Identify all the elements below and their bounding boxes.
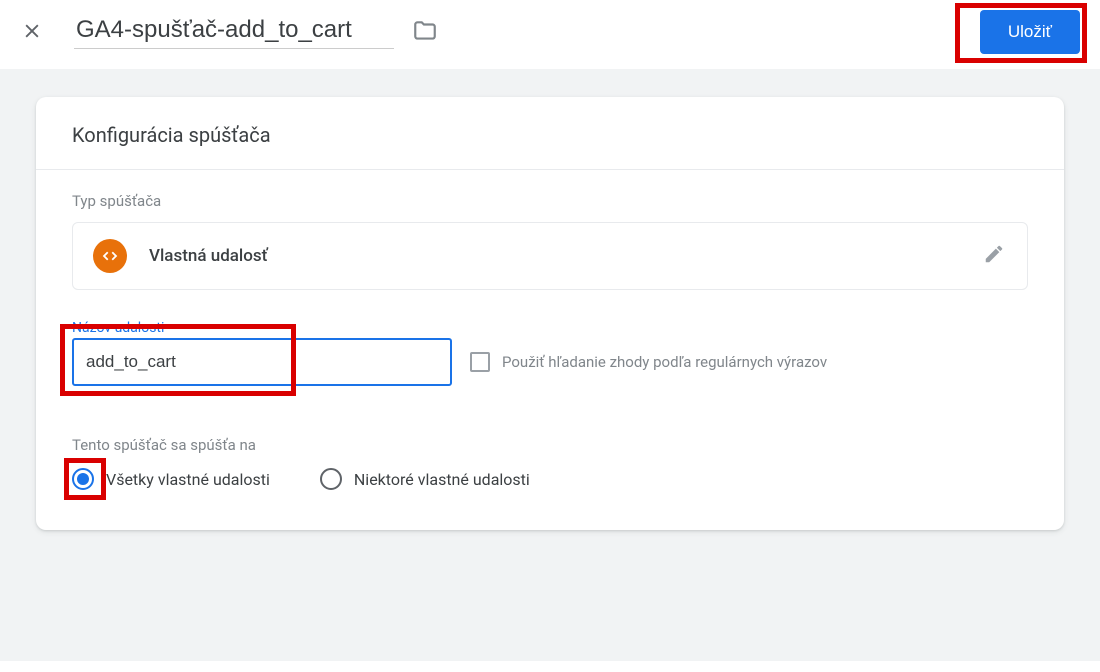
radio-icon — [320, 468, 342, 490]
radio-some-events[interactable]: Niektoré vlastné udalosti — [320, 468, 530, 490]
trigger-config-card: Konfigurácia spúšťača Typ spúšťača Vlast… — [36, 97, 1064, 530]
trigger-type-row[interactable]: Vlastná udalosť — [72, 222, 1028, 290]
trigger-type-label: Typ spúšťača — [72, 192, 1028, 210]
trigger-name-input[interactable] — [74, 12, 394, 49]
edit-type-button[interactable] — [983, 243, 1005, 269]
event-name-label: Názov udalosti — [72, 320, 1028, 336]
close-icon — [22, 21, 42, 41]
regex-checkbox-label: Použiť hľadanie zhody podľa regulárnych … — [502, 353, 827, 371]
folder-icon[interactable] — [412, 18, 438, 44]
fires-on-label: Tento spúšťač sa spúšťa na — [72, 436, 1028, 454]
close-button[interactable] — [20, 19, 44, 43]
custom-event-icon — [93, 239, 127, 273]
regex-checkbox[interactable] — [470, 352, 490, 372]
card-title: Konfigurácia spúšťača — [36, 97, 1064, 170]
trigger-type-name: Vlastná udalosť — [149, 246, 268, 266]
panel-header: Uložiť — [0, 0, 1100, 69]
radio-all-label: Všetky vlastné udalosti — [106, 470, 270, 489]
event-name-input[interactable] — [72, 338, 452, 386]
save-button[interactable]: Uložiť — [980, 10, 1080, 54]
radio-some-label: Niektoré vlastné udalosti — [354, 470, 530, 489]
canvas-area: Konfigurácia spúšťača Typ spúšťača Vlast… — [0, 69, 1100, 661]
radio-icon — [72, 468, 94, 490]
pencil-icon — [983, 243, 1005, 265]
radio-all-events[interactable]: Všetky vlastné udalosti — [72, 468, 270, 490]
